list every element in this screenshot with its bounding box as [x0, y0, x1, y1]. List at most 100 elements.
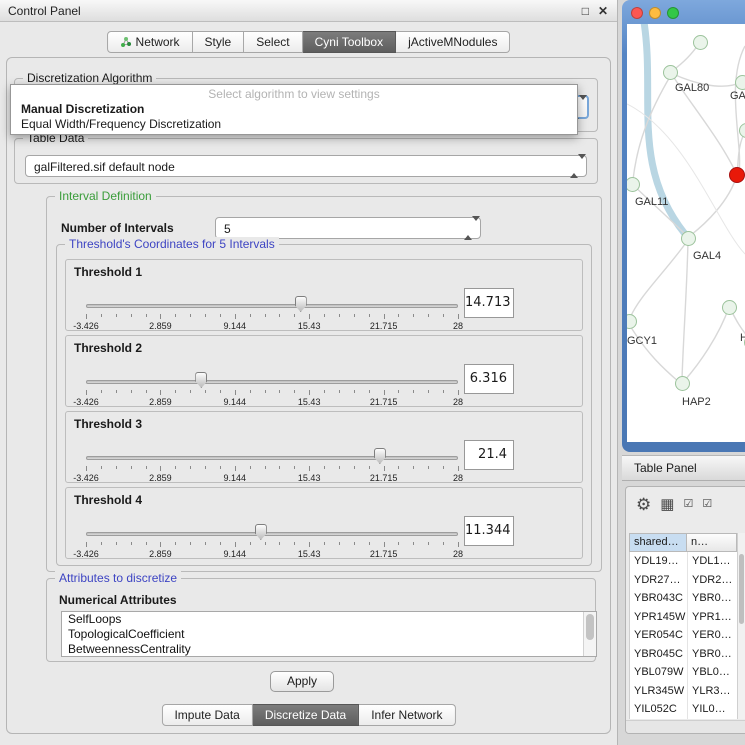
- tick-mark: [339, 466, 340, 469]
- slider-thumb[interactable]: [374, 448, 386, 464]
- table-cell[interactable]: YER0…: [688, 626, 737, 645]
- gear-icon[interactable]: ⚙: [636, 496, 651, 513]
- table-row[interactable]: YER054CYER0…: [630, 626, 737, 645]
- tick-mark: [369, 314, 370, 317]
- tick-mark: [160, 542, 161, 547]
- table-cell[interactable]: YDL19…: [630, 552, 688, 571]
- tick-mark: [398, 466, 399, 469]
- column-header[interactable]: shared…: [629, 533, 687, 552]
- slider-track[interactable]: [86, 304, 458, 308]
- threshold-value-field[interactable]: 14.713: [464, 288, 514, 318]
- table-row[interactable]: YPR145WYPR1…: [630, 608, 737, 627]
- table-cell[interactable]: YBR043C: [630, 589, 688, 608]
- network-node[interactable]: [627, 314, 637, 329]
- tick-mark: [265, 314, 266, 317]
- network-canvas[interactable]: GAL80GAGAL11GAL4GCY1HAP2H: [627, 24, 745, 442]
- check-icon[interactable]: ☑: [702, 499, 712, 510]
- threshold-slider[interactable]: -3.4262.8599.14415.4321.71528: [86, 524, 458, 558]
- network-node[interactable]: [735, 75, 745, 90]
- tab-cyni-toolbox[interactable]: Cyni Toolbox: [303, 31, 396, 53]
- apply-button[interactable]: Apply: [270, 671, 334, 692]
- table-row[interactable]: YBR043CYBR0…: [630, 589, 737, 608]
- table-row[interactable]: YDR27…YDR2…: [630, 571, 737, 590]
- columns-icon[interactable]: ▦: [660, 497, 674, 512]
- table-cell[interactable]: YBR0…: [688, 645, 737, 664]
- tick-mark: [175, 466, 176, 469]
- network-node[interactable]: [681, 231, 696, 246]
- threshold-value-field[interactable]: 21.4: [464, 440, 514, 470]
- number-of-intervals-combobox[interactable]: 5: [215, 217, 481, 239]
- table-cell[interactable]: YDR27…: [630, 571, 688, 590]
- algorithm-option[interactable]: Select algorithm to view settings: [11, 87, 577, 102]
- table-cell[interactable]: YPR1…: [688, 608, 737, 627]
- tab-label: Style: [205, 35, 232, 49]
- threshold-slider[interactable]: -3.4262.8599.14415.4321.71528: [86, 448, 458, 482]
- table-row[interactable]: YDL19…YDL1…: [630, 552, 737, 571]
- tab-infer-network[interactable]: Infer Network: [359, 704, 455, 726]
- close-light[interactable]: [631, 7, 643, 19]
- float-window-icon[interactable]: □: [582, 0, 589, 22]
- slider-thumb[interactable]: [255, 524, 267, 540]
- table-cell[interactable]: YBR045C: [630, 645, 688, 664]
- list-scrollbar-thumb[interactable]: [586, 614, 594, 640]
- table-cell[interactable]: YIL0…: [688, 700, 737, 719]
- table-data-combobox[interactable]: galFiltered.sif default node: [25, 155, 587, 177]
- table-cell[interactable]: YIL052C: [630, 700, 688, 719]
- numerical-attributes-list[interactable]: SelfLoopsTopologicalCoefficientBetweenne…: [61, 611, 597, 657]
- algorithm-option[interactable]: Equal Width/Frequency Discretization: [11, 117, 577, 132]
- tick-mark: [384, 390, 385, 395]
- attribute-list-item[interactable]: BetweennessCentrality: [62, 642, 596, 657]
- tab-select[interactable]: Select: [244, 31, 302, 53]
- table-cell[interactable]: YDR2…: [688, 571, 737, 590]
- tick-mark: [265, 390, 266, 393]
- table-row[interactable]: YBR045CYBR0…: [630, 645, 737, 664]
- table-scrollbar-thumb[interactable]: [739, 554, 744, 624]
- table-cell[interactable]: YBR0…: [688, 589, 737, 608]
- table-row[interactable]: YLR345WYLR3…: [630, 682, 737, 701]
- tick-mark: [458, 390, 459, 395]
- tick-mark: [146, 542, 147, 545]
- table-cell[interactable]: YBL079W: [630, 663, 688, 682]
- table-cell[interactable]: YLR345W: [630, 682, 688, 701]
- minimize-light[interactable]: [649, 7, 661, 19]
- network-node-selected[interactable]: [729, 167, 745, 183]
- threshold-value-field[interactable]: 6.316: [464, 364, 514, 394]
- slider-track[interactable]: [86, 380, 458, 384]
- table-scrollbar[interactable]: [737, 533, 745, 719]
- scale-label: 15.43: [298, 549, 321, 559]
- table-cell[interactable]: YLR3…: [688, 682, 737, 701]
- column-header[interactable]: n…: [687, 533, 737, 552]
- tab-jactivemnodules[interactable]: jActiveMNodules: [396, 31, 510, 53]
- table-row[interactable]: YBL079WYBL0…: [630, 663, 737, 682]
- slider-thumb[interactable]: [195, 372, 207, 388]
- slider-thumb[interactable]: [295, 296, 307, 312]
- network-node[interactable]: [693, 35, 708, 50]
- threshold-slider[interactable]: -3.4262.8599.14415.4321.71528: [86, 296, 458, 330]
- table-cell[interactable]: YDL1…: [688, 552, 737, 571]
- threshold-value-field[interactable]: 11.344: [464, 516, 514, 546]
- tab-style[interactable]: Style: [193, 31, 245, 53]
- check-icon[interactable]: ☑: [683, 499, 693, 510]
- network-node[interactable]: [627, 177, 640, 192]
- tab-discretize-data[interactable]: Discretize Data: [253, 704, 359, 726]
- table-cell[interactable]: YBL0…: [688, 663, 737, 682]
- table-row[interactable]: YIL052CYIL0…: [630, 700, 737, 719]
- slider-track[interactable]: [86, 456, 458, 460]
- zoom-light[interactable]: [667, 7, 679, 19]
- close-window-icon[interactable]: ✕: [598, 0, 608, 22]
- slider-track[interactable]: [86, 532, 458, 536]
- network-node-label: H: [740, 332, 745, 344]
- table-cell[interactable]: YPR145W: [630, 608, 688, 627]
- tab-network[interactable]: Network: [107, 31, 193, 53]
- attribute-list-item[interactable]: SelfLoops: [62, 612, 596, 627]
- threshold-slider[interactable]: -3.4262.8599.14415.4321.71528: [86, 372, 458, 406]
- network-node[interactable]: [722, 300, 737, 315]
- tab-impute-data[interactable]: Impute Data: [161, 704, 252, 726]
- network-node[interactable]: [663, 65, 678, 80]
- tick-mark: [309, 542, 310, 547]
- network-node[interactable]: [675, 376, 690, 391]
- list-scrollbar[interactable]: [583, 612, 596, 656]
- table-cell[interactable]: YER054C: [630, 626, 688, 645]
- algorithm-option[interactable]: Manual Discretization: [11, 102, 577, 117]
- attribute-list-item[interactable]: TopologicalCoefficient: [62, 627, 596, 642]
